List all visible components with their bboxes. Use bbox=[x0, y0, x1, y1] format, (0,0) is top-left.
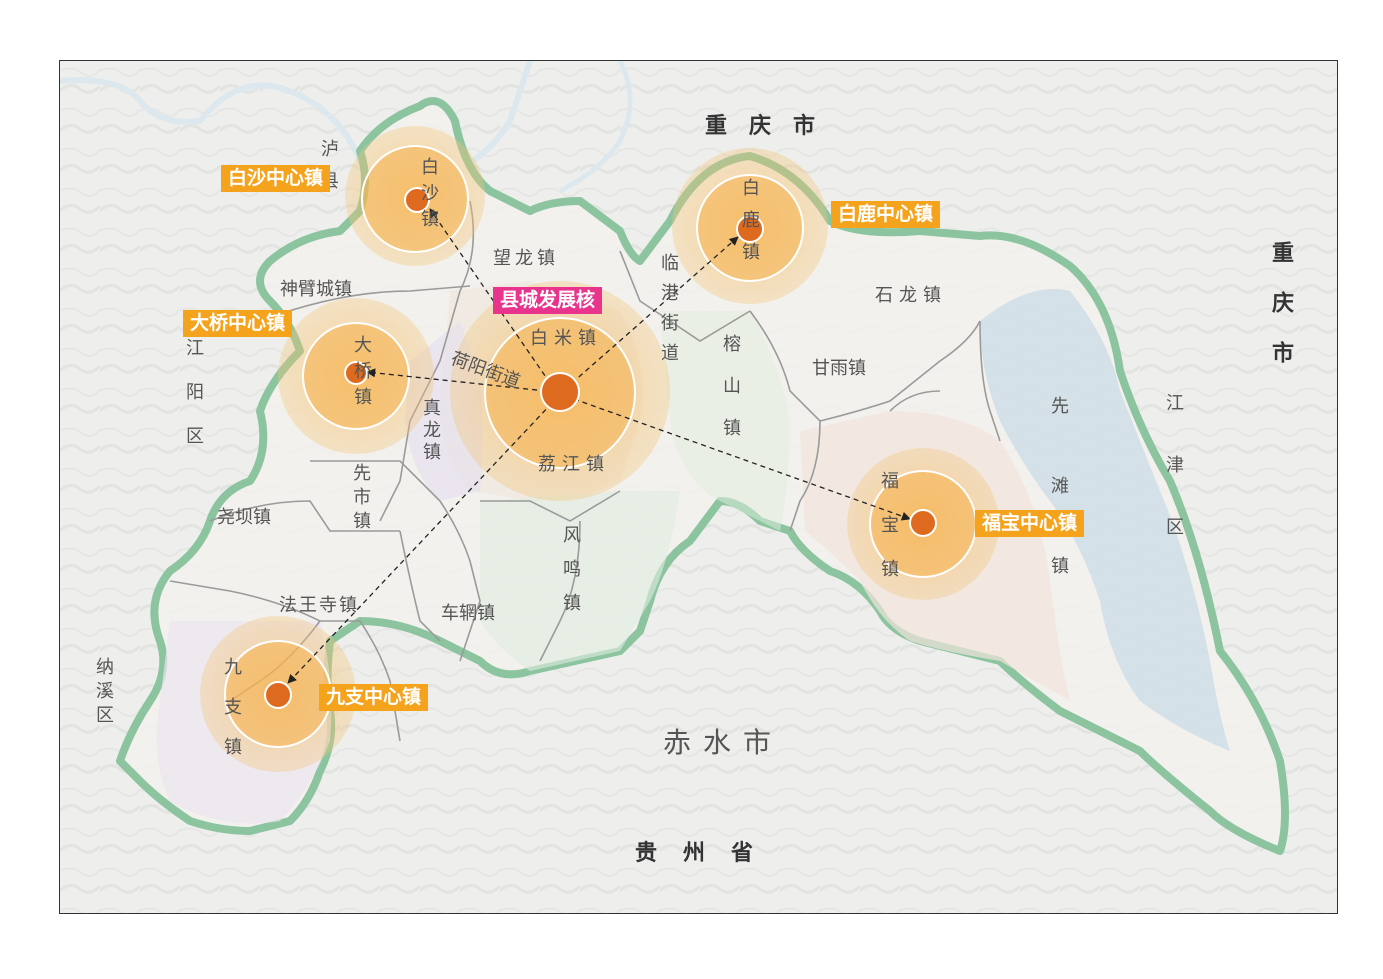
town-baisha: 白沙镇 bbox=[418, 157, 439, 235]
town-wanglong: 望龙镇 bbox=[493, 248, 559, 269]
center-label-daqiao: 大桥中心镇 bbox=[183, 310, 293, 337]
region-jiangyang: 江阳区 bbox=[183, 338, 204, 470]
town-chexin: 车辋镇 bbox=[441, 603, 495, 624]
map-frame: 重庆市 重庆市 贵州省 赤水市 泸县 江阳区 纳溪区 江津区 望龙镇 神臂城镇 … bbox=[59, 60, 1338, 914]
region-guizhou: 贵州省 bbox=[635, 841, 780, 866]
dot-jiuzhi bbox=[264, 681, 292, 709]
center-label-bailu: 白鹿中心镇 bbox=[831, 201, 941, 228]
town-xianshi: 先市镇 bbox=[350, 463, 371, 535]
town-lingang: 临港街道 bbox=[658, 253, 679, 373]
center-label-fubao: 福宝中心镇 bbox=[975, 510, 1085, 537]
town-rongshan: 榕山镇 bbox=[720, 334, 741, 460]
center-label-jiuzhi: 九支中心镇 bbox=[319, 684, 429, 711]
town-fubao: 福宝镇 bbox=[878, 471, 899, 603]
town-daqiao: 大桥镇 bbox=[351, 335, 372, 413]
town-fawangsi: 法王寺镇 bbox=[279, 595, 359, 616]
town-zhenlong: 真龙镇 bbox=[420, 398, 441, 464]
town-bailu: 白鹿镇 bbox=[739, 178, 760, 274]
town-jiuzhi: 九支镇 bbox=[221, 657, 242, 777]
dot-core bbox=[540, 372, 580, 412]
town-ganyu: 甘雨镇 bbox=[812, 358, 866, 379]
region-chongqing-right: 重庆市 bbox=[1268, 241, 1293, 391]
core-label: 县城发展核 bbox=[493, 287, 603, 314]
town-baimi: 白米镇 bbox=[530, 328, 602, 349]
town-shenbicheng: 神臂城镇 bbox=[280, 279, 352, 300]
town-shilong: 石龙镇 bbox=[875, 285, 947, 306]
region-naxi: 纳溪区 bbox=[93, 657, 114, 729]
town-fengming: 风鸣镇 bbox=[560, 525, 581, 627]
region-chongqing-top: 重庆市 bbox=[705, 114, 838, 139]
town-lijiang: 荔江镇 bbox=[538, 454, 610, 475]
town-yaoba: 尧坝镇 bbox=[217, 507, 271, 528]
region-chishui: 赤水市 bbox=[663, 726, 784, 759]
dot-fubao bbox=[909, 509, 937, 537]
center-label-baisha: 白沙中心镇 bbox=[221, 165, 331, 192]
region-jiangjin: 江津区 bbox=[1163, 393, 1184, 579]
